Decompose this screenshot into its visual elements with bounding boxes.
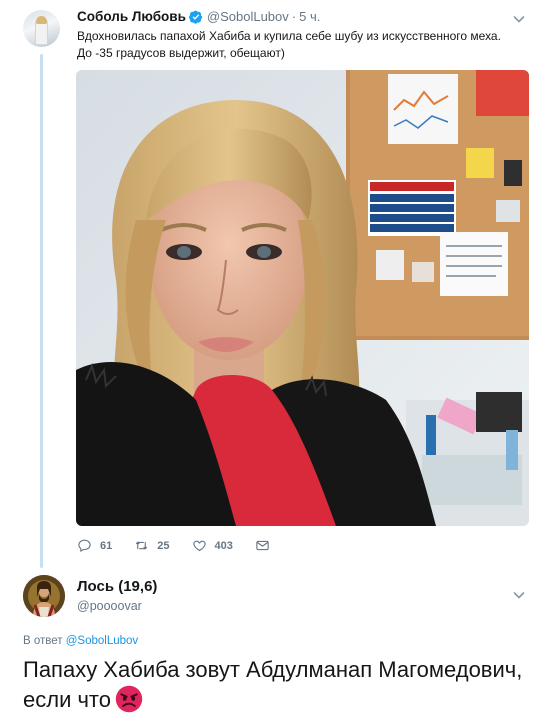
tweet-photo[interactable]	[76, 70, 529, 526]
author-handle[interactable]: @SobolLubov	[207, 9, 289, 24]
thread-connector-line	[40, 54, 43, 568]
chevron-down-icon[interactable]	[512, 12, 526, 26]
direct-message-action[interactable]	[255, 538, 270, 553]
angry-face-icon	[115, 685, 143, 713]
envelope-icon	[256, 540, 269, 551]
retweet-action[interactable]: 25	[134, 538, 170, 553]
tweet-text: Вдохновилась папахой Хабиба и купила себ…	[77, 29, 501, 60]
reply-icon	[78, 539, 91, 552]
reply-to-handle-link[interactable]: @SobolLubov	[66, 635, 138, 647]
retweet-icon	[136, 541, 148, 550]
reply-text: Папаху Хабиба зовут Абдулманап Магомедов…	[23, 655, 533, 715]
tweet-header: Соболь Любовь @SobolLubov · 5 ч.	[77, 9, 320, 24]
reply-context: В ответ @SobolLubov	[23, 635, 138, 647]
avatar[interactable]	[23, 575, 65, 617]
avatar[interactable]	[23, 10, 60, 47]
heart-icon	[192, 540, 206, 552]
author-name[interactable]: Лось (19,6)	[77, 578, 157, 595]
like-count: 403	[214, 539, 233, 552]
author-handle[interactable]: @poooovar	[77, 599, 157, 613]
tweet-actions: 61 25 403	[77, 538, 292, 553]
separator-dot: ·	[291, 9, 297, 24]
reply-action[interactable]: 61	[77, 538, 112, 553]
like-action[interactable]: 403	[192, 538, 233, 553]
reply-header: Лось (19,6) @poooovar	[77, 578, 157, 613]
verified-badge-icon	[188, 10, 203, 24]
reply-prefix: В ответ	[23, 635, 63, 647]
author-name[interactable]: Соболь Любовь	[77, 9, 186, 24]
tweet-timestamp[interactable]: 5 ч.	[299, 9, 320, 24]
reply-text-content: Папаху Хабиба зовут Абдулманап Магомедов…	[23, 657, 523, 712]
tweet[interactable]: Соболь Любовь @SobolLubov · 5 ч. Вдохнов…	[0, 0, 549, 570]
retweet-count: 25	[157, 539, 170, 552]
reply-count: 61	[100, 539, 113, 552]
chevron-down-icon[interactable]	[512, 588, 526, 602]
